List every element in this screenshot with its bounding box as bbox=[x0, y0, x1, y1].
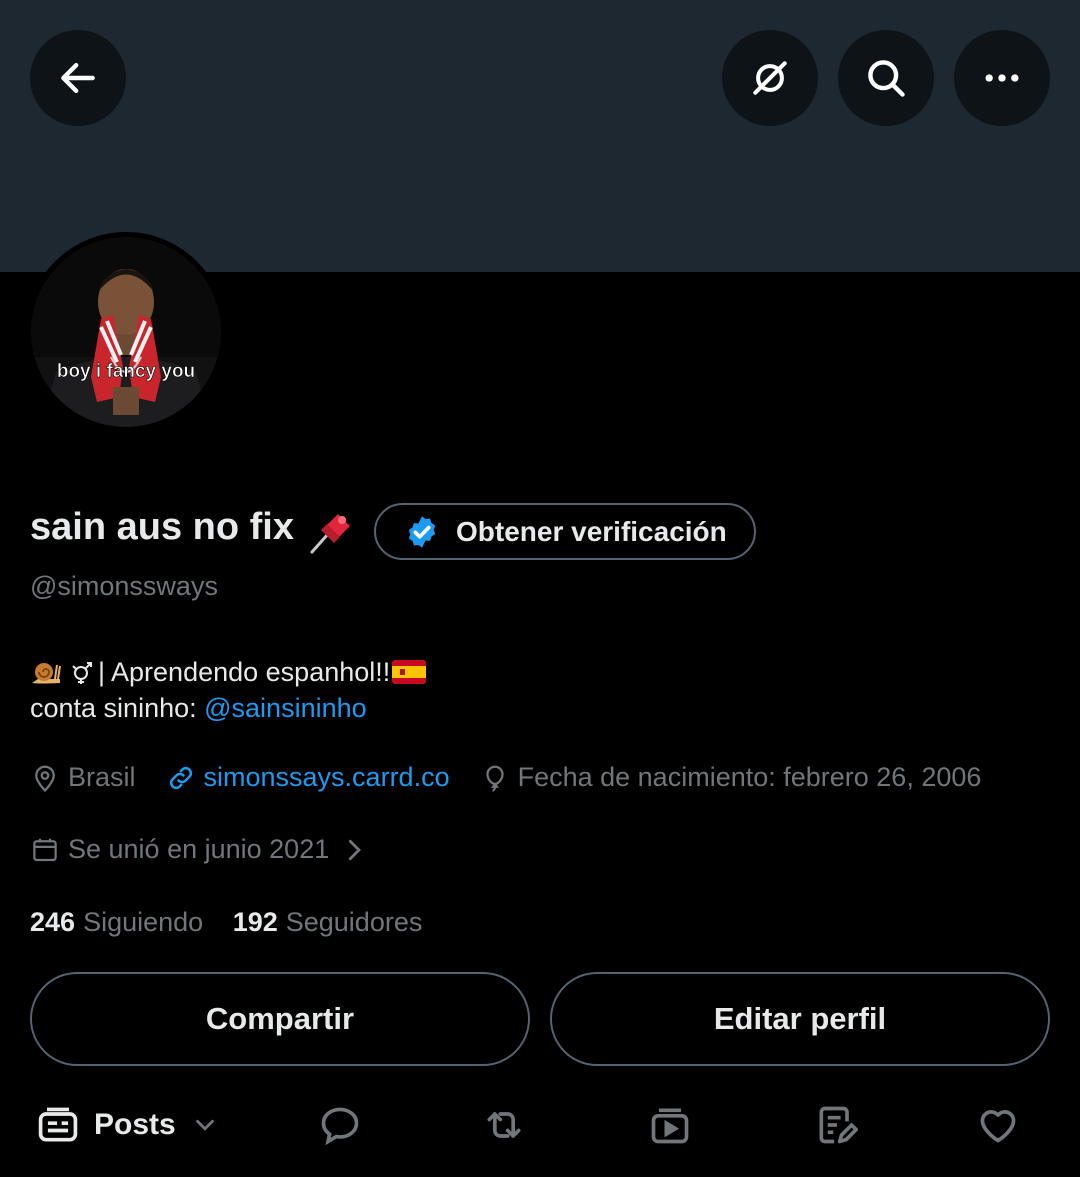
chevron-down-icon bbox=[195, 1119, 214, 1131]
following-link[interactable]: 246 Siguiendo bbox=[30, 907, 203, 937]
snail-emoji bbox=[32, 663, 61, 684]
location-text: Brasil bbox=[68, 762, 136, 792]
location: Brasil bbox=[30, 762, 136, 793]
likes-icon bbox=[980, 1110, 1016, 1143]
back-button[interactable] bbox=[30, 30, 126, 126]
birthday: Fecha de nacimiento: febrero 26, 2006 bbox=[480, 762, 982, 793]
more-horizontal-icon bbox=[985, 74, 1019, 82]
grok-icon bbox=[753, 61, 787, 95]
tab-likes[interactable] bbox=[976, 1100, 1020, 1150]
bio-line1-text: | Aprendendo espanhol!! bbox=[98, 657, 391, 687]
website-link[interactable]: simonssays.carrd.co bbox=[204, 762, 450, 793]
articles-icon bbox=[819, 1106, 858, 1144]
bio-line2-text: conta sininho: bbox=[30, 693, 205, 723]
tab-posts-label: Posts bbox=[94, 1108, 176, 1141]
user-handle: @simonssways bbox=[30, 571, 218, 601]
search-button[interactable] bbox=[838, 30, 934, 126]
avatar-image: boy i fancy you bbox=[31, 237, 221, 427]
bio-mention-link[interactable]: @sainsininho bbox=[204, 693, 367, 723]
verified-badge-icon bbox=[408, 515, 436, 548]
tab-media[interactable] bbox=[648, 1100, 692, 1150]
display-name: sain aus no fix bbox=[30, 506, 294, 548]
balloon-icon bbox=[485, 765, 504, 792]
spain-flag-emoji bbox=[392, 660, 427, 684]
chevron-right-icon bbox=[349, 839, 362, 860]
followers-label: Seguidores bbox=[285, 907, 423, 937]
reposts-icon bbox=[487, 1112, 521, 1138]
replies-icon bbox=[321, 1107, 359, 1146]
bio: | Aprendendo espanhol!! conta sininho: @… bbox=[30, 654, 427, 726]
location-pin-icon bbox=[35, 765, 55, 792]
grok-button[interactable] bbox=[722, 30, 818, 126]
gender-symbol-emoji bbox=[72, 662, 92, 684]
followers-link[interactable]: 192 Seguidores bbox=[233, 907, 423, 937]
tab-replies[interactable] bbox=[318, 1100, 362, 1150]
pushpin-emoji bbox=[310, 514, 350, 554]
avatar-caption: boy i fancy you bbox=[57, 361, 195, 382]
arrow-left-icon bbox=[61, 62, 95, 94]
calendar-icon bbox=[33, 838, 57, 861]
tab-posts[interactable]: Posts bbox=[36, 1100, 220, 1150]
get-verified-label: Obtener verificación bbox=[456, 515, 727, 547]
website[interactable]: simonssays.carrd.co bbox=[166, 762, 450, 793]
follow-stats: 246 Siguiendo 192 Seguidores bbox=[30, 907, 422, 938]
following-count: 246 bbox=[30, 907, 76, 937]
profile-banner[interactable] bbox=[0, 0, 1080, 272]
following-label: Siguiendo bbox=[83, 907, 204, 937]
joined-text: Se unió en junio 2021 bbox=[68, 834, 330, 864]
tab-reposts[interactable] bbox=[482, 1100, 526, 1150]
media-icon bbox=[651, 1108, 689, 1144]
more-options-button[interactable] bbox=[954, 30, 1050, 126]
tab-articles[interactable] bbox=[814, 1100, 858, 1150]
search-icon bbox=[868, 60, 905, 97]
profile-tab-bar: Posts bbox=[0, 1090, 1080, 1160]
link-icon bbox=[169, 766, 192, 789]
joined-date[interactable]: Se unió en junio 2021 bbox=[30, 834, 377, 865]
followers-count: 192 bbox=[232, 907, 278, 937]
get-verified-button[interactable]: Obtener verificación bbox=[374, 503, 756, 560]
share-button[interactable]: Compartir bbox=[30, 972, 530, 1066]
edit-profile-button[interactable]: Editar perfil bbox=[550, 972, 1050, 1066]
posts-icon bbox=[38, 1107, 78, 1142]
avatar[interactable]: boy i fancy you bbox=[26, 232, 226, 432]
birthday-text: Fecha de nacimiento: febrero 26, 2006 bbox=[517, 762, 982, 792]
